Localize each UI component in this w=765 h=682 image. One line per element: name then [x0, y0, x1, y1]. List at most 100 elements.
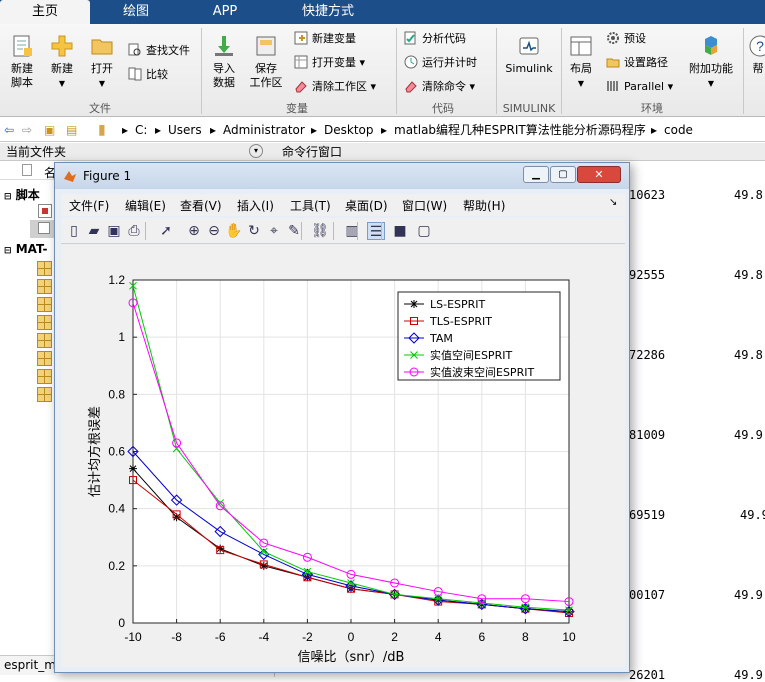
script-file-icon[interactable]: [38, 204, 52, 218]
minimize-button[interactable]: ▁: [523, 166, 549, 183]
rotate-icon[interactable]: ↻: [245, 222, 263, 240]
preferences-button[interactable]: 预设: [606, 30, 646, 48]
mat-file-icon[interactable]: [37, 387, 52, 402]
mat-file-icon[interactable]: [37, 315, 52, 330]
panel-menu-icon[interactable]: ▾: [249, 144, 263, 158]
parallel-button[interactable]: Parallel ▾: [606, 78, 673, 96]
breadcrumb-separator-icon: ▸: [651, 123, 658, 137]
breadcrumb-desktop[interactable]: Desktop: [324, 118, 374, 142]
tab-shortcuts[interactable]: 快捷方式: [270, 0, 386, 24]
colorbar-icon[interactable]: ▥: [343, 222, 361, 240]
mat-file-icon[interactable]: [37, 279, 52, 294]
open-variable-button[interactable]: 打开变量 ▾: [294, 54, 365, 72]
new-variable-button[interactable]: 新建变量: [294, 30, 356, 48]
import-icon: [215, 36, 233, 56]
set-path-button[interactable]: 设置路径: [606, 54, 668, 72]
scripts-section-label: 脚本: [15, 188, 40, 202]
tab-apps[interactable]: APP: [182, 0, 268, 24]
new-button[interactable]: 新建 ▼: [44, 34, 80, 91]
clear-workspace-label: 清除工作区: [312, 80, 367, 93]
compare-button[interactable]: 比较: [128, 66, 168, 84]
analyze-code-button[interactable]: 分析代码: [404, 30, 466, 48]
open-variable-icon: [294, 55, 308, 69]
legend-icon[interactable]: ☰: [367, 222, 385, 240]
toolbar-separator: [145, 222, 146, 240]
figure-canvas: -10 -8 -6 -4 -2 0 2 4 6 8 10 0 0.2 0.4 0.6 0.8 1 1.2 信噪比（s…: [61, 245, 625, 667]
close-button[interactable]: ✕: [577, 166, 621, 183]
mat-file-icon[interactable]: [37, 351, 52, 366]
help-button[interactable]: ? 帮: [748, 34, 765, 76]
breadcrumb-project-folder[interactable]: matlab编程几种ESPRIT算法性能分析源码程序: [394, 118, 646, 142]
breadcrumb-administrator[interactable]: Administrator: [223, 118, 305, 142]
tab-home[interactable]: 主页: [0, 0, 90, 24]
pan-icon[interactable]: ✋: [225, 222, 243, 240]
save-workspace-button[interactable]: 保存 工作区: [246, 34, 286, 90]
figure-title-bar[interactable]: Figure 1 ▁ ▢ ✕: [55, 163, 629, 189]
x-tick-label: 2: [391, 630, 398, 644]
maximize-button[interactable]: ▢: [550, 166, 576, 183]
figure-window[interactable]: Figure 1 ▁ ▢ ✕ 文件(F) 编辑(E) 查看(V) 插入(I) 工…: [54, 162, 630, 673]
menu-edit[interactable]: 编辑(E): [125, 197, 166, 214]
x-tick-label: 6: [478, 630, 485, 644]
new-script-button[interactable]: 新建 脚本: [4, 34, 40, 90]
print-icon[interactable]: ⎙: [125, 222, 143, 240]
hide-plot-tools-icon[interactable]: ■: [391, 222, 409, 240]
browse-folder-icon[interactable]: ▤: [66, 118, 77, 142]
link-icon[interactable]: ⛓: [311, 222, 329, 240]
menu-window[interactable]: 窗口(W): [402, 197, 447, 214]
import-data-button[interactable]: 导入 数据: [206, 34, 242, 90]
menu-insert[interactable]: 插入(I): [237, 197, 274, 214]
breadcrumb-separator-icon: ▸: [210, 123, 217, 137]
breadcrumb-separator-icon: ▸: [311, 123, 318, 137]
breadcrumb-c[interactable]: C:: [135, 118, 147, 142]
zoom-in-icon[interactable]: ⊕: [185, 222, 203, 240]
simulink-button[interactable]: Simulink: [500, 34, 558, 76]
layout-button[interactable]: 布局 ▼: [565, 34, 597, 91]
clear-commands-icon: [405, 81, 417, 93]
mat-file-icon[interactable]: [37, 333, 52, 348]
dock-arrow-icon[interactable]: ↘: [609, 197, 617, 208]
menu-tools[interactable]: 工具(T): [290, 197, 331, 214]
open-button[interactable]: 打开 ▼: [84, 34, 120, 91]
forward-arrow-icon[interactable]: ⇨: [22, 118, 32, 142]
collapse-icon[interactable]: ⊟: [4, 192, 12, 202]
run-and-time-button[interactable]: 运行并计时: [404, 54, 477, 72]
mat-file-icon[interactable]: [37, 261, 52, 276]
rmse-chart: -10 -8 -6 -4 -2 0 2 4 6 8 10 0 0.2 0.4 0.6 0.8 1 1.2 信噪比（s…: [87, 273, 576, 665]
mat-file-icon[interactable]: [37, 297, 52, 312]
collapse-icon[interactable]: ⊟: [4, 246, 12, 256]
analyze-code-icon: [404, 31, 416, 45]
command-window-title: 命令行窗口: [282, 145, 343, 159]
folder-icon: [91, 39, 113, 55]
up-folder-icon[interactable]: ▣: [44, 118, 55, 142]
pointer-icon[interactable]: ➚: [157, 222, 175, 240]
clear-workspace-button[interactable]: 清除工作区 ▾: [294, 78, 376, 96]
tab-plots[interactable]: 绘图: [92, 0, 180, 24]
back-arrow-icon[interactable]: ⇦: [4, 118, 14, 142]
find-files-button[interactable]: 查找文件: [128, 42, 190, 60]
menu-help[interactable]: 帮助(H): [463, 197, 505, 214]
show-plot-tools-icon[interactable]: ▢: [415, 222, 433, 240]
figure-title: Figure 1: [83, 169, 132, 183]
selected-file-row[interactable]: [30, 220, 54, 238]
y-tick-label: 0.6: [108, 445, 125, 459]
menu-view[interactable]: 查看(V): [180, 197, 222, 214]
data-cursor-icon[interactable]: ⌖: [265, 222, 283, 240]
open-icon[interactable]: ▰: [85, 222, 103, 240]
save-icon[interactable]: ▣: [105, 222, 123, 240]
breadcrumb-users[interactable]: Users: [168, 118, 202, 142]
addons-button[interactable]: 附加功能 ▼: [686, 34, 736, 91]
preferences-label: 预设: [624, 32, 646, 45]
x-tick-label: 10: [562, 630, 576, 644]
menu-file[interactable]: 文件(F): [69, 197, 109, 214]
legend-label: TLS-ESPRIT: [429, 315, 492, 328]
mat-files-section[interactable]: ⊟ MAT-: [4, 242, 47, 256]
scripts-section[interactable]: ⊟ 脚本: [4, 186, 40, 203]
file-details-bar: esprit_m: [0, 655, 56, 675]
zoom-out-icon[interactable]: ⊖: [205, 222, 223, 240]
menu-desktop[interactable]: 桌面(D): [345, 197, 388, 214]
clear-commands-button[interactable]: 清除命令 ▾: [404, 78, 475, 96]
mat-file-icon[interactable]: [37, 369, 52, 384]
new-figure-icon[interactable]: ▯: [65, 222, 83, 240]
breadcrumb-code[interactable]: code: [664, 118, 693, 142]
